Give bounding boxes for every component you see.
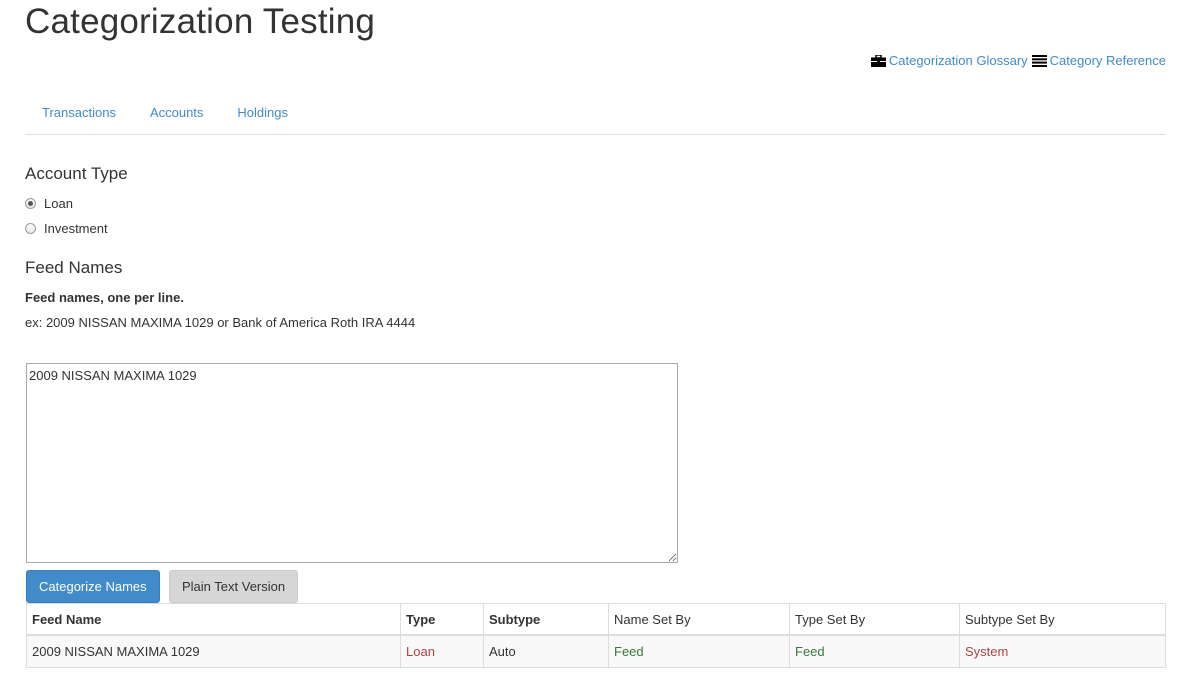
header-subtype: Subtype	[483, 603, 609, 636]
header-subtype-set-by: Subtype Set By	[959, 603, 1166, 636]
briefcase-icon	[870, 54, 886, 67]
reference-links: Categorization Glossary Category Referen…	[870, 53, 1166, 68]
list-icon	[1031, 54, 1047, 67]
header-type: Type	[400, 603, 484, 636]
category-reference-link[interactable]: Category Reference	[1031, 53, 1166, 68]
cell-name-set-by: Feed	[608, 634, 790, 668]
radio-option-loan[interactable]: Loan	[25, 196, 73, 211]
tab-transactions[interactable]: Transactions	[25, 96, 133, 134]
categorization-glossary-link[interactable]: Categorization Glossary	[870, 53, 1028, 68]
nav-tabs: Transactions Accounts Holdings	[25, 96, 1166, 135]
header-name-set-by: Name Set By	[608, 603, 790, 636]
account-type-heading: Account Type	[25, 164, 128, 183]
radio-option-investment[interactable]: Investment	[25, 221, 108, 236]
page-title: Categorization Testing	[25, 2, 376, 41]
category-reference-label: Category Reference	[1049, 53, 1166, 68]
cell-feed-name: 2009 NISSAN MAXIMA 1029	[26, 634, 401, 668]
cell-subtype-set-by: System	[959, 634, 1166, 668]
cell-type: Loan	[400, 634, 484, 668]
cell-subtype: Auto	[483, 634, 609, 668]
tab-accounts[interactable]: Accounts	[133, 96, 220, 134]
feed-names-example: ex: 2009 NISSAN MAXIMA 1029 or Bank of A…	[25, 315, 416, 330]
loan-radio[interactable]	[25, 198, 36, 209]
investment-radio[interactable]	[25, 223, 36, 234]
investment-label: Investment	[44, 221, 108, 236]
plain-text-version-button[interactable]: Plain Text Version	[169, 570, 299, 603]
feed-names-heading: Feed Names	[25, 258, 123, 277]
categorize-names-button[interactable]: Categorize Names	[26, 570, 160, 603]
results-table: Feed Name Type Subtype Name Set By Type …	[26, 603, 1166, 668]
table-header-row: Feed Name Type Subtype Name Set By Type …	[26, 603, 1166, 636]
cell-type-set-by: Feed	[789, 634, 960, 668]
loan-label: Loan	[44, 196, 73, 211]
tab-holdings[interactable]: Holdings	[220, 96, 305, 134]
header-feed-name: Feed Name	[26, 603, 401, 636]
categorization-glossary-label: Categorization Glossary	[888, 53, 1028, 68]
feed-names-textarea[interactable]: 2009 NISSAN MAXIMA 1029	[26, 363, 678, 563]
header-type-set-by: Type Set By	[789, 603, 960, 636]
table-row: 2009 NISSAN MAXIMA 1029 Loan Auto Feed F…	[26, 634, 1166, 668]
feed-names-help: Feed names, one per line.	[25, 290, 184, 305]
